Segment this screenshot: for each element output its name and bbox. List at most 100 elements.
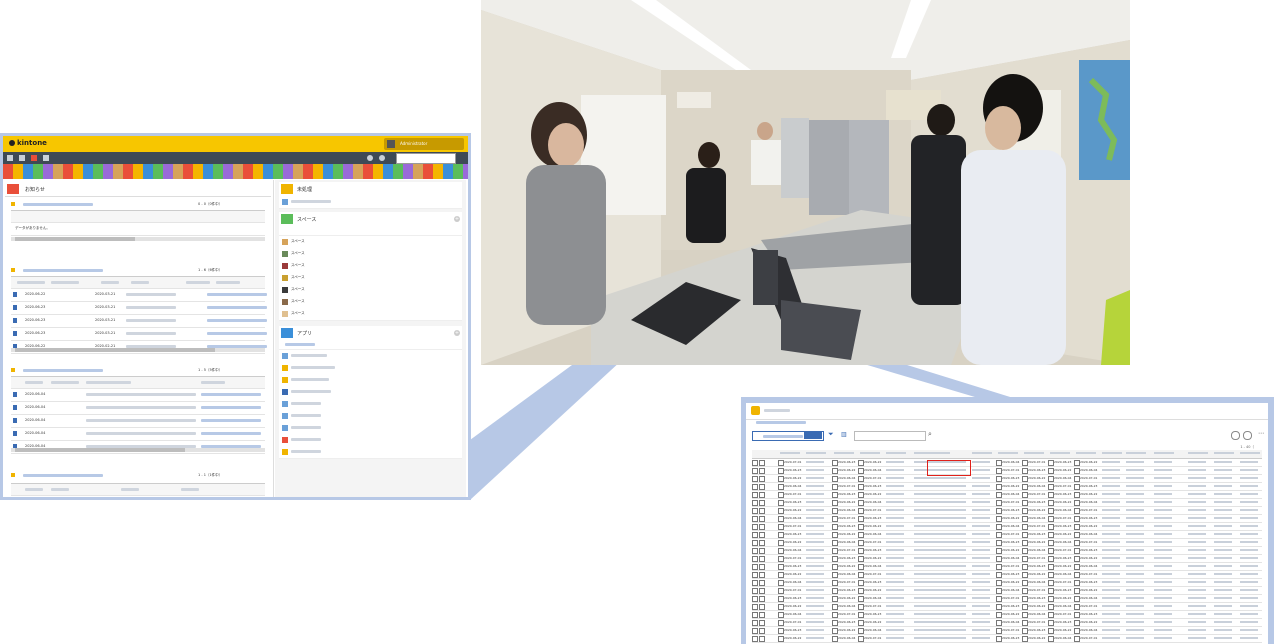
- unprocessed-header: 未処理: [279, 182, 462, 197]
- flag-icon: [7, 184, 19, 194]
- table-row[interactable]: 2020-06-23 2020-06-22 2020-06-04 2020-07-01…: [752, 627, 1262, 635]
- date-cell: 2020-06-22: [1080, 524, 1098, 528]
- filter-icon[interactable]: ⏷: [828, 431, 836, 439]
- table-row[interactable]: 2020-06-22 2020-06-04 2020-07-01 2020-06-23…: [752, 635, 1262, 643]
- date-cell: 2020-06-23: [1080, 548, 1098, 552]
- chart-icon[interactable]: ▥: [841, 431, 849, 439]
- record-list-view: ⏷ ▥ ⌕ ⋯ 1 - 40（ 2020-07-01 2020-06-23 2020…: [746, 403, 1268, 644]
- favorite-star-icon[interactable]: [43, 155, 49, 161]
- table-row[interactable]: 2020-06-23 2020-06-22 2020-06-04 2020-07-01…: [752, 467, 1262, 475]
- portal-sidebar: 未処理 スペース + スペース スペース スペース スペース スペース スペース…: [275, 180, 466, 497]
- more-options-icon[interactable]: ⋯: [1258, 430, 1264, 437]
- search-icon[interactable]: ⌕: [928, 430, 932, 439]
- date-cell: 2020-06-04: [1054, 604, 1072, 608]
- date-cell: 2020-06-04: [1002, 556, 1020, 560]
- date-cell: 2020-06-04: [838, 508, 856, 512]
- table-row[interactable]: 2020-07-01 2020-06-23 2020-06-22 2020-06-04…: [752, 491, 1262, 499]
- table-row[interactable]: 2020-06-04 2020-07-01 2020-06-23 2020-06-22…: [752, 515, 1262, 523]
- date-cell: 2020-06-22: [1002, 580, 1020, 584]
- date-cell: 2020-06-04: [1054, 636, 1072, 640]
- table-row[interactable]: 2020-06-23 2020-03-21: [11, 315, 267, 328]
- user-menu[interactable]: Administrator: [384, 138, 464, 150]
- table-row[interactable]: 2020-06-23 2020-06-22 2020-06-04 2020-07-01…: [752, 499, 1262, 507]
- date-cell: 2020-07-01: [838, 516, 856, 520]
- section3-scrollbar[interactable]: [11, 448, 265, 452]
- date-cell: 2020-06-04: [864, 468, 882, 472]
- section2-scrollbar[interactable]: [11, 348, 265, 352]
- breadcrumb-text: [756, 421, 806, 424]
- table-row[interactable]: 2020-06-04 2020-07-01 2020-06-23 2020-06-22…: [752, 547, 1262, 555]
- table-row[interactable]: 2020-06-22 2020-06-04 2020-07-01 2020-06-23…: [752, 507, 1262, 515]
- date-cell: 2020-07-01: [1002, 468, 1020, 472]
- date-cell: 2020-07-01: [1054, 548, 1072, 552]
- notification-icon[interactable]: [31, 155, 37, 161]
- notice-title: お知らせ: [25, 187, 45, 193]
- space-item[interactable]: [279, 226, 462, 236]
- date-cell: 2020-07-01: [784, 620, 802, 624]
- app-item[interactable]: [279, 340, 462, 350]
- table-row[interactable]: 2020-06-22 2020-03-21: [11, 289, 267, 302]
- help-icon[interactable]: [379, 155, 385, 161]
- date-cell: 2020-07-01: [1054, 484, 1072, 488]
- table-row[interactable]: 2020-06-04: [11, 415, 265, 428]
- app-item[interactable]: [279, 446, 462, 459]
- add-space-button[interactable]: +: [454, 216, 460, 222]
- table-row[interactable]: 2020-06-04 2020-07-01 2020-06-23 2020-06-22…: [752, 579, 1262, 587]
- section1-link[interactable]: [11, 202, 17, 206]
- table-row[interactable]: 2020-07-01 2020-06-23 2020-06-22 2020-06-04…: [752, 555, 1262, 563]
- date-cell: 2020-06-04: [784, 612, 802, 616]
- date-cell: 2020-07-01: [1054, 580, 1072, 584]
- date-cell: 2020-06-23: [1028, 468, 1046, 472]
- table-row[interactable]: 2020-07-01 2020-06-23 2020-06-22 2020-06-04…: [752, 587, 1262, 595]
- table-row[interactable]: 2020-06-04 2020-07-01 2020-06-23 2020-06-22…: [752, 483, 1262, 491]
- date-cell: 2020-06-04: [1002, 588, 1020, 592]
- table-header: [11, 377, 265, 389]
- gear-icon[interactable]: [367, 155, 373, 161]
- date-cell: 2020-06-23: [1028, 564, 1046, 568]
- table-row[interactable]: 2020-06-23 2020-03-21: [11, 302, 267, 315]
- date-cell: 2020-06-23: [1002, 636, 1020, 640]
- table-row[interactable]: 2020-07-01 2020-06-23 2020-06-22 2020-06-04…: [752, 619, 1262, 627]
- table-row[interactable]: 2020-06-04: [11, 389, 265, 402]
- date-cell: 2020-06-22: [838, 532, 856, 536]
- space-item[interactable]: スペース: [279, 308, 462, 321]
- table-row[interactable]: 2020-06-22 2020-06-04 2020-07-01 2020-06-23…: [752, 603, 1262, 611]
- record-toolbar: ⏷ ▥ ⌕ ⋯: [746, 427, 1268, 443]
- section1-scrollbar[interactable]: [11, 237, 265, 241]
- date-cell: 2020-07-01: [838, 548, 856, 552]
- home-icon[interactable]: [19, 155, 25, 161]
- section4-link[interactable]: [11, 473, 17, 477]
- add-app-button[interactable]: +: [454, 330, 460, 336]
- section2-link[interactable]: [11, 268, 17, 272]
- table-row[interactable]: 2020-07-01 2020-06-23 2020-06-22 2020-06-04…: [752, 459, 1262, 467]
- date-cell: 2020-07-01: [1028, 556, 1046, 560]
- section3-count: 1 - 5（5件中）: [198, 368, 223, 372]
- menu-icon[interactable]: [7, 155, 13, 161]
- date-cell: 2020-06-23: [1002, 476, 1020, 480]
- table-row[interactable]: 2020-06-04: [11, 428, 265, 441]
- table-row[interactable]: 2020-06-23 2020-06-22 2020-06-04 2020-07-01…: [752, 531, 1262, 539]
- table-row[interactable]: 2020-06-22 2020-06-04 2020-07-01 2020-06-23…: [752, 539, 1262, 547]
- kintone-logo[interactable]: kintone: [9, 139, 47, 147]
- gear-icon[interactable]: [1243, 431, 1252, 440]
- section4-title-text: [23, 474, 103, 477]
- table-row[interactable]: 2020-06-22 2020-06-04 2020-07-01 2020-06-23…: [752, 571, 1262, 579]
- graph-button[interactable]: [804, 431, 822, 439]
- table-row[interactable]: 2020-06-04 2020-07-01 2020-06-23 2020-06-22…: [752, 611, 1262, 619]
- record-search-input[interactable]: [854, 431, 926, 441]
- add-record-icon[interactable]: [1231, 431, 1240, 440]
- section4-table: [11, 483, 265, 496]
- unprocessed-item[interactable]: [279, 196, 462, 209]
- list-icon: [281, 328, 293, 338]
- table-row[interactable]: 2020-06-23 2020-03-21: [11, 328, 267, 341]
- search-input[interactable]: [396, 153, 456, 164]
- table-row[interactable]: 2020-07-01 2020-06-23 2020-06-22 2020-06-04…: [752, 523, 1262, 531]
- section3-link[interactable]: [11, 368, 17, 372]
- table-row[interactable]: 2020-06-23 2020-06-22 2020-06-04 2020-07-01…: [752, 595, 1262, 603]
- date-cell: 2020-06-22: [784, 572, 802, 576]
- table-row[interactable]: 2020-06-04: [11, 402, 265, 415]
- table-row[interactable]: 2020-06-22 2020-06-04 2020-07-01 2020-06-23…: [752, 475, 1262, 483]
- table-row[interactable]: 2020-06-23 2020-06-22 2020-06-04 2020-07-01…: [752, 563, 1262, 571]
- date-cell: 2020-06-22: [1080, 620, 1098, 624]
- date-cell: 2020-07-01: [864, 476, 882, 480]
